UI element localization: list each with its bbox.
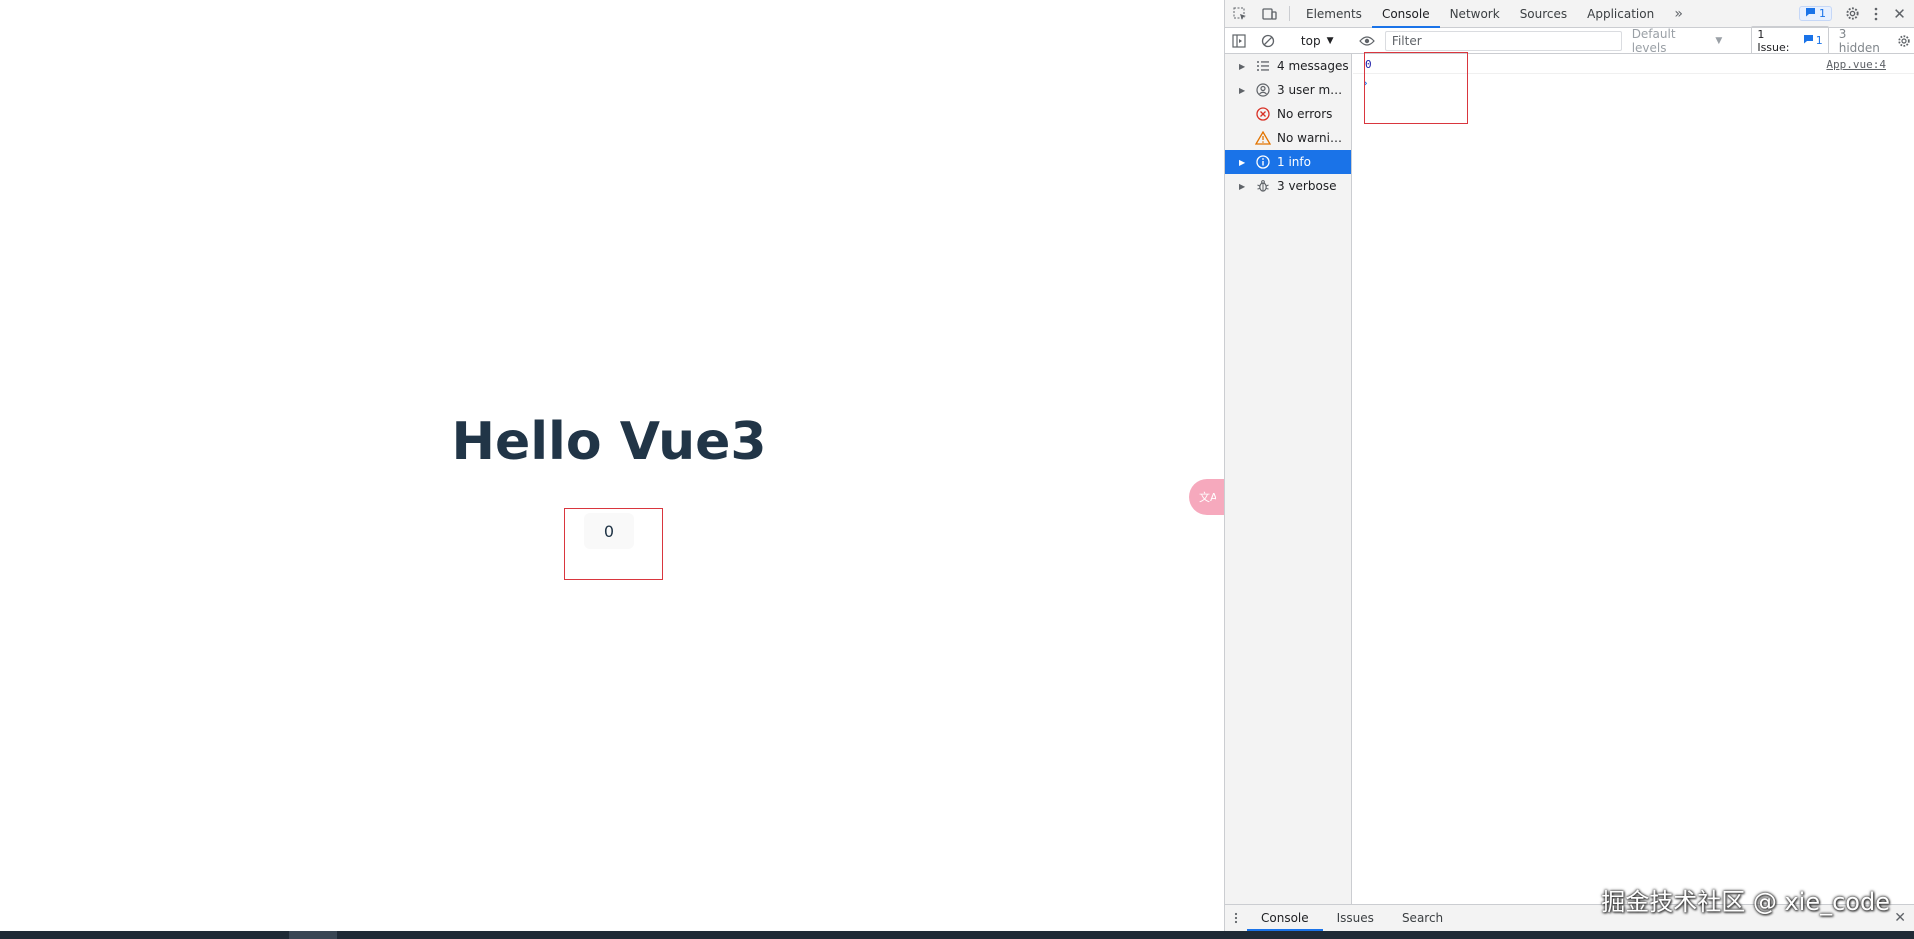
sidebar-item-label: No warnings bbox=[1277, 131, 1349, 145]
issues-label: 1 Issue: bbox=[1757, 27, 1790, 54]
issues-counter-button[interactable]: 1 Issue: 1 bbox=[1751, 25, 1829, 56]
watermark: 掘金技术社区 @ xie_code bbox=[1601, 888, 1890, 916]
tab-elements[interactable]: Elements bbox=[1296, 0, 1372, 27]
bug-icon bbox=[1249, 179, 1277, 193]
log-source-link[interactable]: App.vue:4 bbox=[1826, 58, 1886, 71]
console-output[interactable]: 0 App.vue:4 › bbox=[1353, 52, 1914, 904]
toolbar-divider bbox=[1289, 6, 1290, 21]
drawer-tab-search[interactable]: Search bbox=[1388, 905, 1457, 931]
info-icon bbox=[1249, 155, 1277, 169]
sidebar-item-verbose[interactable]: ▶ 3 verbose bbox=[1225, 174, 1351, 198]
inspect-element-icon[interactable] bbox=[1225, 0, 1254, 27]
dropdown-arrow-icon: ▼ bbox=[1326, 35, 1334, 46]
console-sidebar: ▶ 4 messages ▶ 3 user mes... No errors N… bbox=[1225, 54, 1352, 904]
console-toolbar: top ▼ Default levels ▼ 1 Issue: 1 3 hidd… bbox=[1225, 25, 1914, 56]
user-icon bbox=[1249, 83, 1277, 97]
svg-text:文A: 文A bbox=[1199, 490, 1216, 504]
log-levels-label: Default levels bbox=[1631, 26, 1676, 55]
sidebar-item-label: 3 verbose bbox=[1277, 179, 1337, 193]
sidebar-item-errors[interactable]: No errors bbox=[1225, 102, 1351, 126]
message-icon bbox=[1803, 34, 1814, 47]
drawer-tab-issues[interactable]: Issues bbox=[1323, 905, 1388, 931]
tab-application[interactable]: Application bbox=[1577, 0, 1664, 27]
error-icon bbox=[1249, 107, 1277, 121]
list-icon bbox=[1249, 60, 1277, 72]
page-viewport: Hello Vue3 0 文A bbox=[0, 0, 1224, 931]
sidebar-item-label: 3 user mes... bbox=[1277, 83, 1349, 97]
translate-icon[interactable]: 文A bbox=[1189, 479, 1224, 515]
sidebar-item-info[interactable]: ▶ 1 info bbox=[1225, 150, 1351, 174]
tab-sources[interactable]: Sources bbox=[1510, 0, 1577, 27]
more-tabs-icon[interactable]: » bbox=[1664, 0, 1693, 27]
context-selector[interactable]: top ▼ bbox=[1295, 34, 1340, 48]
context-value: top bbox=[1300, 33, 1321, 48]
filter-input[interactable] bbox=[1384, 30, 1622, 51]
expand-caret-icon: ▶ bbox=[1239, 85, 1246, 95]
live-expression-eye-icon[interactable] bbox=[1352, 35, 1380, 47]
sidebar-item-messages[interactable]: ▶ 4 messages bbox=[1225, 54, 1351, 78]
console-highlight-box bbox=[1364, 52, 1468, 124]
drawer-menu-icon[interactable] bbox=[1225, 905, 1247, 931]
expand-caret-icon: ▶ bbox=[1239, 181, 1246, 191]
devtools-panel: Elements Console Network Sources Applica… bbox=[1224, 0, 1914, 931]
close-devtools-icon[interactable]: ✕ bbox=[1885, 0, 1914, 27]
sidebar-item-label: 1 info bbox=[1277, 155, 1311, 169]
tab-network[interactable]: Network bbox=[1440, 0, 1510, 27]
kebab-menu-icon[interactable] bbox=[1867, 0, 1885, 27]
sidebar-toggle-icon[interactable] bbox=[1225, 33, 1253, 48]
settings-gear-icon[interactable] bbox=[1838, 0, 1867, 27]
dropdown-arrow-icon: ▼ bbox=[1715, 35, 1723, 46]
close-drawer-icon[interactable]: ✕ bbox=[1894, 910, 1906, 926]
warning-icon bbox=[1249, 131, 1277, 145]
expand-caret-icon: ▶ bbox=[1239, 61, 1246, 71]
issues-count: 1 bbox=[1815, 34, 1823, 47]
os-taskbar bbox=[0, 931, 1914, 939]
page-title: Hello Vue3 bbox=[451, 412, 767, 472]
sidebar-item-warnings[interactable]: No warnings bbox=[1225, 126, 1351, 150]
sidebar-item-label: No errors bbox=[1277, 107, 1333, 121]
hidden-messages-count: 3 hidden bbox=[1838, 26, 1880, 55]
taskbar-item[interactable] bbox=[289, 931, 337, 939]
console-settings-gear-icon[interactable] bbox=[1894, 34, 1914, 48]
sidebar-item-label: 4 messages bbox=[1277, 59, 1349, 73]
issues-badge-count: 1 bbox=[1819, 7, 1826, 20]
sidebar-item-user-messages[interactable]: ▶ 3 user mes... bbox=[1225, 78, 1351, 102]
drawer-tab-console[interactable]: Console bbox=[1247, 905, 1323, 931]
issues-badge[interactable]: 1 bbox=[1799, 6, 1832, 21]
counter-button[interactable]: 0 bbox=[584, 513, 634, 549]
devtools-tabbar: Elements Console Network Sources Applica… bbox=[1225, 0, 1914, 28]
clear-console-icon[interactable] bbox=[1253, 34, 1281, 48]
device-toolbar-icon[interactable] bbox=[1254, 0, 1283, 27]
expand-caret-icon: ▶ bbox=[1239, 157, 1246, 167]
message-icon bbox=[1805, 7, 1816, 20]
log-levels-dropdown[interactable]: Default levels ▼ bbox=[1622, 27, 1733, 55]
tab-console[interactable]: Console bbox=[1371, 0, 1440, 28]
